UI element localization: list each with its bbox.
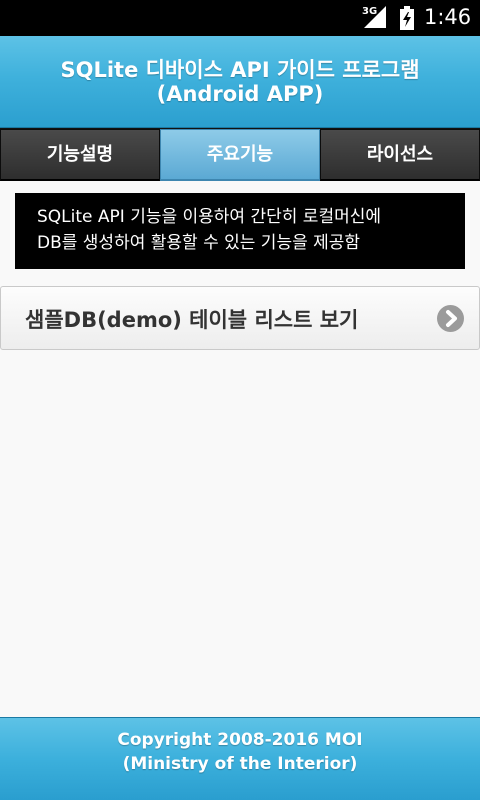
status-bar: 3G 1:46: [0, 0, 480, 36]
description-box: SQLite API 기능을 이용하여 간단히 로컬머신에 DB를 생성하여 활…: [15, 193, 465, 269]
app-header: SQLite 디바이스 API 가이드 프로그램 (Android APP): [0, 36, 480, 128]
app-title: SQLite 디바이스 API 가이드 프로그램: [60, 58, 420, 82]
list-item-demo-table-list[interactable]: 샘플DB(demo) 테이블 리스트 보기: [0, 286, 480, 350]
description-line-1: SQLite API 기능을 이용하여 간단히 로컬머신에: [37, 207, 382, 227]
cell-signal-icon: [364, 6, 386, 28]
description-line-2: DB를 생성하여 활용할 수 있는 기능을 제공함: [37, 233, 361, 253]
status-clock: 1:46: [424, 5, 472, 29]
tab-feature-description[interactable]: 기능설명: [0, 129, 160, 181]
list-item-label: 샘플DB(demo) 테이블 리스트 보기: [25, 308, 359, 332]
app-subtitle: (Android APP): [156, 82, 324, 106]
tab-license[interactable]: 라이선스: [320, 129, 480, 181]
footer: Copyright 2008-2016 MOI (Ministry of the…: [0, 717, 480, 800]
chevron-right-circle-icon: [437, 305, 464, 332]
tab-bar: 기능설명 주요기능 라이선스: [0, 128, 480, 181]
copyright-text: Copyright 2008-2016 MOI: [117, 730, 363, 750]
tab-main-features[interactable]: 주요기능: [160, 129, 320, 181]
organization-text: (Ministry of the Interior): [122, 754, 358, 774]
battery-charging-icon: [400, 6, 414, 30]
